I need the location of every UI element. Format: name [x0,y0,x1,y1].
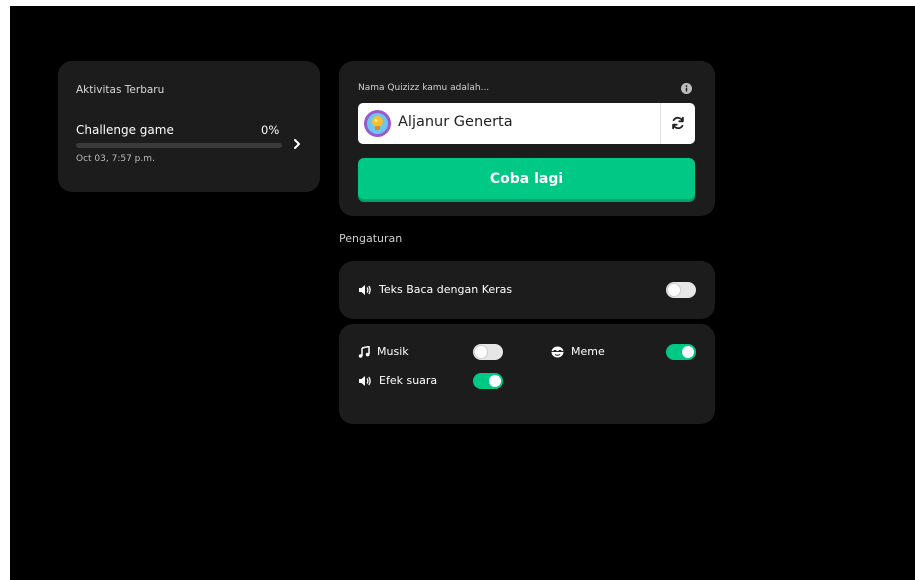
sound-effects-toggle[interactable] [473,373,503,389]
recent-activity-card[interactable]: Aktivitas Terbaru Challenge game 0% Oct … [58,61,320,192]
retry-button[interactable]: Coba lagi [358,158,695,199]
read-aloud-setting: Teks Baca dengan Keras [358,283,512,296]
activity-percent: 0% [261,123,280,137]
music-setting: Musik [358,345,409,358]
music-note-icon [358,345,370,358]
read-aloud-label: Teks Baca dengan Keras [379,283,513,296]
meme-label: Meme [571,345,605,358]
audio-settings-card: Musik Meme Efek suara [339,324,715,424]
recent-activity-title: Aktivitas Terbaru [76,84,165,96]
toggle-knob [668,284,680,296]
toggle-knob [489,375,501,387]
info-icon[interactable] [681,83,692,94]
activity-game-name: Challenge game [76,123,174,137]
quizizz-name-card: Nama Quizizz kamu adalah... Aljanur Gene… [339,61,715,216]
activity-progress-bar [76,143,282,148]
meme-face-icon [551,346,564,357]
lightbulb-avatar-icon [364,110,391,137]
sound-effects-label: Efek suara [379,374,438,387]
meme-toggle[interactable] [666,344,696,360]
music-toggle[interactable] [473,344,503,360]
speaker-icon [359,375,371,386]
activity-date: Oct 03, 7:57 p.m. [76,154,155,164]
meme-setting: Meme [551,345,605,358]
toggle-knob [475,346,487,358]
settings-title: Pengaturan [339,232,403,245]
music-label: Musik [377,345,409,358]
name-value: Aljanur Generta [398,114,513,130]
sound-effects-setting: Efek suara [358,374,437,387]
app-screen: Aktivitas Terbaru Challenge game 0% Oct … [10,6,915,580]
chevron-right-icon[interactable] [290,137,304,151]
name-field-divider [660,103,661,144]
name-label: Nama Quizizz kamu adalah... [358,83,490,93]
read-aloud-toggle[interactable] [666,282,696,298]
name-field[interactable]: Aljanur Generta [358,103,695,144]
toggle-knob [682,346,694,358]
read-aloud-card: Teks Baca dengan Keras [339,261,715,319]
refresh-icon[interactable] [670,115,686,131]
speaker-icon [359,284,371,295]
